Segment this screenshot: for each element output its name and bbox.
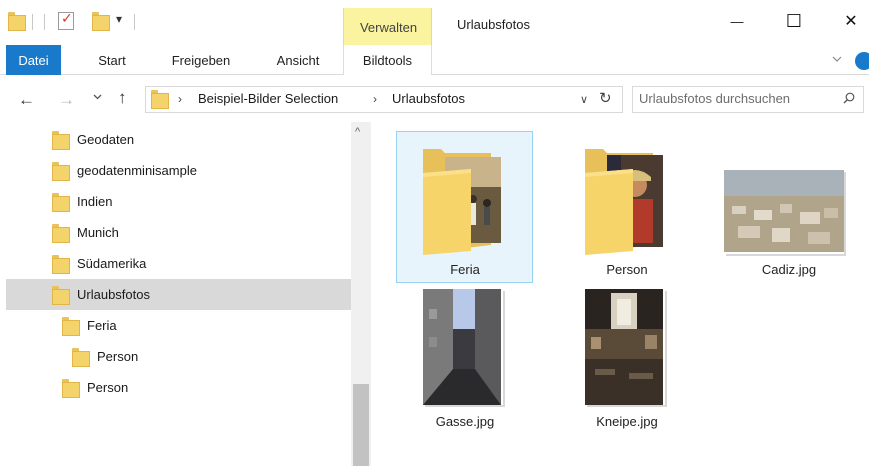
image-thumbnail-icon xyxy=(724,170,846,256)
close-icon: ✕ xyxy=(844,13,858,30)
breadcrumb-item[interactable]: Beispiel-Bilder Selection xyxy=(198,91,338,106)
breadcrumb-chevron-icon[interactable]: › xyxy=(373,92,377,106)
folder-icon xyxy=(52,161,70,181)
nav-item-feria-person[interactable]: Person xyxy=(72,341,351,372)
ribbon-expand-icon[interactable] xyxy=(832,53,842,65)
nav-item-suedamerika[interactable]: Südamerika xyxy=(52,248,351,279)
scroll-thumb[interactable] xyxy=(353,384,369,466)
folder-icon xyxy=(72,347,90,367)
back-arrow-icon[interactable]: ← xyxy=(18,90,35,110)
file-name: Person xyxy=(606,262,648,277)
properties-icon[interactable]: ✓ xyxy=(58,10,74,30)
minimize-icon: — xyxy=(730,13,744,29)
folder-icon xyxy=(62,378,80,398)
nav-item-label: Indien xyxy=(77,194,113,209)
nav-item-label: Feria xyxy=(87,318,117,333)
folder-icon[interactable] xyxy=(8,12,26,31)
file-name: Kneipe.jpg xyxy=(596,414,658,429)
nav-item-label: geodatenminisample xyxy=(77,163,197,178)
context-tab-label: Verwalten xyxy=(359,20,418,35)
forward-arrow-icon[interactable]: → xyxy=(58,90,75,110)
qat-separator xyxy=(32,14,33,30)
window-title: Urlaubsfotos xyxy=(457,17,530,32)
refresh-icon[interactable]: ↻ xyxy=(599,89,612,107)
nav-item-indien[interactable]: Indien xyxy=(52,186,351,217)
breadcrumb-item[interactable]: Urlaubsfotos xyxy=(392,91,465,106)
tab-start[interactable]: Start xyxy=(82,45,142,75)
nav-item-label: Geodaten xyxy=(77,132,135,147)
image-thumbnail-icon xyxy=(423,289,505,407)
nav-item-label: Urlaubsfotos xyxy=(77,287,150,302)
nav-item-label: Südamerika xyxy=(77,256,147,271)
file-item-cadiz[interactable] xyxy=(724,170,848,256)
folder-icon xyxy=(151,90,169,109)
help-icon[interactable] xyxy=(855,52,869,70)
close-button[interactable]: ✕ xyxy=(828,6,869,36)
context-tab-verwalten[interactable]: Verwalten xyxy=(343,8,432,45)
new-folder-icon[interactable] xyxy=(92,12,110,31)
address-dropdown-icon[interactable]: ∨ xyxy=(580,93,588,106)
breadcrumb-chevron-icon[interactable]: › xyxy=(178,92,182,106)
nav-item-feria[interactable]: Feria xyxy=(62,310,351,341)
file-name: Cadiz.jpg xyxy=(761,262,817,277)
folder-thumbnail-icon xyxy=(423,149,501,255)
tab-datei[interactable]: Datei xyxy=(6,45,61,75)
file-item-kneipe[interactable] xyxy=(585,289,667,409)
scroll-up-icon[interactable]: ^ xyxy=(355,126,360,138)
ribbon-tabs: Datei Start Freigeben Ansicht Bildtools xyxy=(0,45,869,75)
maximize-button[interactable]: ☐ xyxy=(771,6,817,36)
folder-icon xyxy=(52,223,70,243)
search-input[interactable] xyxy=(639,91,829,106)
up-arrow-icon[interactable]: ↑ xyxy=(118,88,127,108)
nav-item-label: Munich xyxy=(77,225,119,240)
maximize-icon: ☐ xyxy=(785,10,803,31)
search-icon[interactable] xyxy=(843,92,855,104)
folder-icon xyxy=(52,130,70,150)
nav-item-munich[interactable]: Munich xyxy=(52,217,351,248)
image-thumbnail-icon xyxy=(585,289,667,407)
navigation-pane: Geodaten geodatenminisample Indien Munic… xyxy=(0,122,370,466)
nav-item-geodaten[interactable]: Geodaten xyxy=(52,124,351,155)
nav-scrollbar[interactable]: ^ xyxy=(351,122,371,466)
address-bar[interactable]: › Beispiel-Bilder Selection › Urlaubsfot… xyxy=(145,86,623,113)
file-name: Feria xyxy=(450,262,480,277)
folder-thumbnail-icon xyxy=(585,149,663,255)
folder-icon xyxy=(52,285,70,305)
tab-bildtools[interactable]: Bildtools xyxy=(343,45,432,75)
file-item-gasse[interactable] xyxy=(423,289,505,409)
folder-icon xyxy=(62,316,80,336)
search-box[interactable] xyxy=(632,86,864,113)
folder-icon xyxy=(52,254,70,274)
tab-freigeben[interactable]: Freigeben xyxy=(158,45,244,75)
folder-icon xyxy=(52,192,70,212)
file-name: Gasse.jpg xyxy=(435,414,495,429)
tab-ansicht[interactable]: Ansicht xyxy=(260,45,336,75)
nav-item-geodatenminisample[interactable]: geodatenminisample xyxy=(52,155,351,186)
nav-item-urlaubsfotos[interactable]: Urlaubsfotos xyxy=(6,279,351,310)
nav-item-label: Person xyxy=(97,349,139,364)
qat-separator xyxy=(44,14,45,30)
minimize-button[interactable]: — xyxy=(714,6,760,36)
recent-locations-icon[interactable] xyxy=(93,92,102,103)
nav-item-label: Person xyxy=(87,380,129,395)
qat-dropdown-icon[interactable]: ▾ xyxy=(116,12,122,26)
nav-item-person[interactable]: Person xyxy=(62,372,351,403)
qat-separator xyxy=(134,14,135,30)
